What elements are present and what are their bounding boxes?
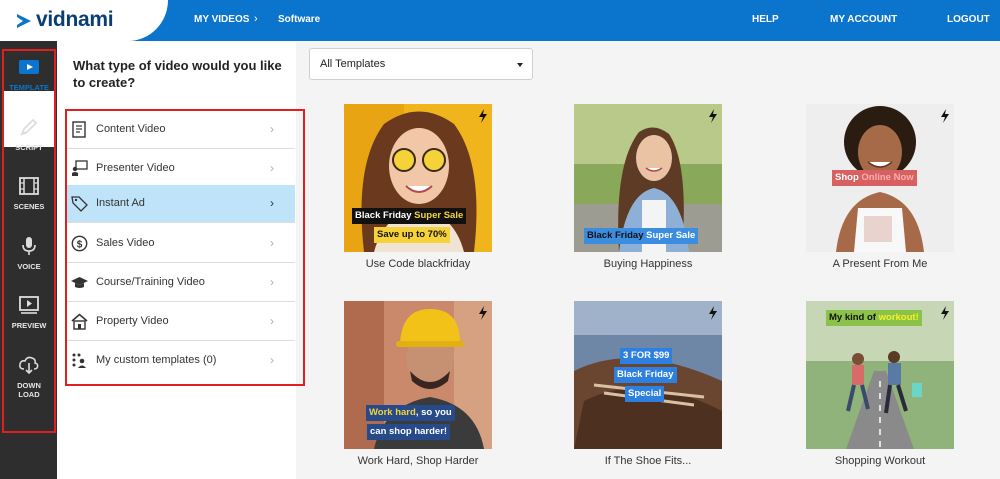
panel-title: What type of video would you like to cre… bbox=[73, 58, 282, 90]
thumbnail-text-highlight: Super Sale bbox=[414, 210, 464, 221]
template-filter-select[interactable]: All Templates bbox=[309, 48, 533, 80]
lightning-icon bbox=[941, 109, 949, 123]
template-caption: If The Shoe Fits... bbox=[604, 455, 692, 467]
template-caption: Use Code blackfriday bbox=[365, 258, 471, 270]
logo-text: vidnami bbox=[36, 8, 114, 31]
thumbnail-text-part: Black Friday bbox=[355, 210, 415, 221]
logo[interactable]: vidnami bbox=[0, 0, 168, 41]
thumbnail-text: Shop Online Now bbox=[832, 170, 917, 186]
thumbnail-text: Work hard, so you bbox=[366, 405, 455, 421]
template-thumbnail[interactable]: My kind of workout! bbox=[806, 301, 954, 449]
nav-help[interactable]: HELP bbox=[752, 14, 779, 25]
lightning-icon bbox=[479, 306, 487, 320]
template-thumbnail[interactable]: Black Friday Super Sale bbox=[574, 104, 722, 252]
template-caption: Buying Happiness bbox=[603, 258, 693, 270]
thumbnail-text-part: , so you bbox=[415, 407, 452, 418]
thumbnail-text-part: Shop bbox=[835, 172, 862, 183]
breadcrumb-software[interactable]: Software bbox=[278, 14, 320, 25]
top-bar: vidnami MY VIDEOS › Software HELP MY ACC… bbox=[0, 0, 1000, 41]
thumbnail-text: My kind of workout! bbox=[826, 310, 922, 326]
template-caption: A Present From Me bbox=[832, 258, 928, 270]
nav-logout[interactable]: LOGOUT bbox=[947, 14, 990, 25]
thumbnail-text: Black Friday Super Sale bbox=[584, 228, 699, 244]
list-highlight-outline bbox=[65, 109, 305, 386]
lightning-icon bbox=[941, 306, 949, 320]
thumbnail-text: can shop harder! bbox=[367, 424, 451, 440]
thumbnail-text: Black Friday bbox=[614, 367, 677, 383]
thumbnail-text-part: My kind of bbox=[829, 312, 879, 323]
template-thumbnail[interactable]: Black Friday Super Sale Save up to 70% bbox=[344, 104, 492, 252]
rail-highlight-outline bbox=[2, 49, 56, 433]
template-caption: Work Hard, Shop Harder bbox=[357, 455, 479, 467]
lightning-icon bbox=[709, 109, 717, 123]
thumbnail-text: Special bbox=[625, 386, 665, 402]
template-thumbnail[interactable]: 3 FOR $99 Black Friday Special bbox=[574, 301, 722, 449]
lightning-icon bbox=[709, 306, 717, 320]
template-thumbnail[interactable]: Work hard, so you can shop harder! bbox=[344, 301, 492, 449]
video-type-panel: What type of video would you like to cre… bbox=[57, 41, 305, 479]
thumbnail-text-highlight: Online Now bbox=[861, 172, 914, 183]
thumbnail-text-highlight: Work hard bbox=[369, 407, 416, 418]
thumbnail-text: 3 FOR $99 bbox=[620, 348, 673, 364]
template-caption: Shopping Workout bbox=[834, 455, 926, 467]
dropdown-arrow-icon bbox=[517, 63, 523, 67]
thumbnail-text-highlight: Super Sale bbox=[646, 230, 696, 241]
thumbnail-text-part: Black Friday bbox=[587, 230, 647, 241]
thumbnail-text: Black Friday Super Sale bbox=[352, 208, 467, 224]
template-thumbnail[interactable]: Shop Online Now bbox=[806, 104, 954, 252]
thumbnail-text-highlight: workout! bbox=[878, 312, 919, 323]
thumbnail-text: Save up to 70% bbox=[374, 227, 450, 243]
template-filter-value: All Templates bbox=[320, 58, 386, 70]
nav-my-videos[interactable]: MY VIDEOS bbox=[194, 14, 249, 25]
step-sidebar: TEMPLATE SCRIPT SCENES VOICE PREVIEW DOW… bbox=[0, 41, 57, 479]
vidnami-logo-icon bbox=[17, 14, 31, 28]
lightning-icon bbox=[479, 109, 487, 123]
nav-my-account[interactable]: MY ACCOUNT bbox=[830, 14, 897, 25]
breadcrumb-chevron-icon: › bbox=[254, 13, 258, 25]
